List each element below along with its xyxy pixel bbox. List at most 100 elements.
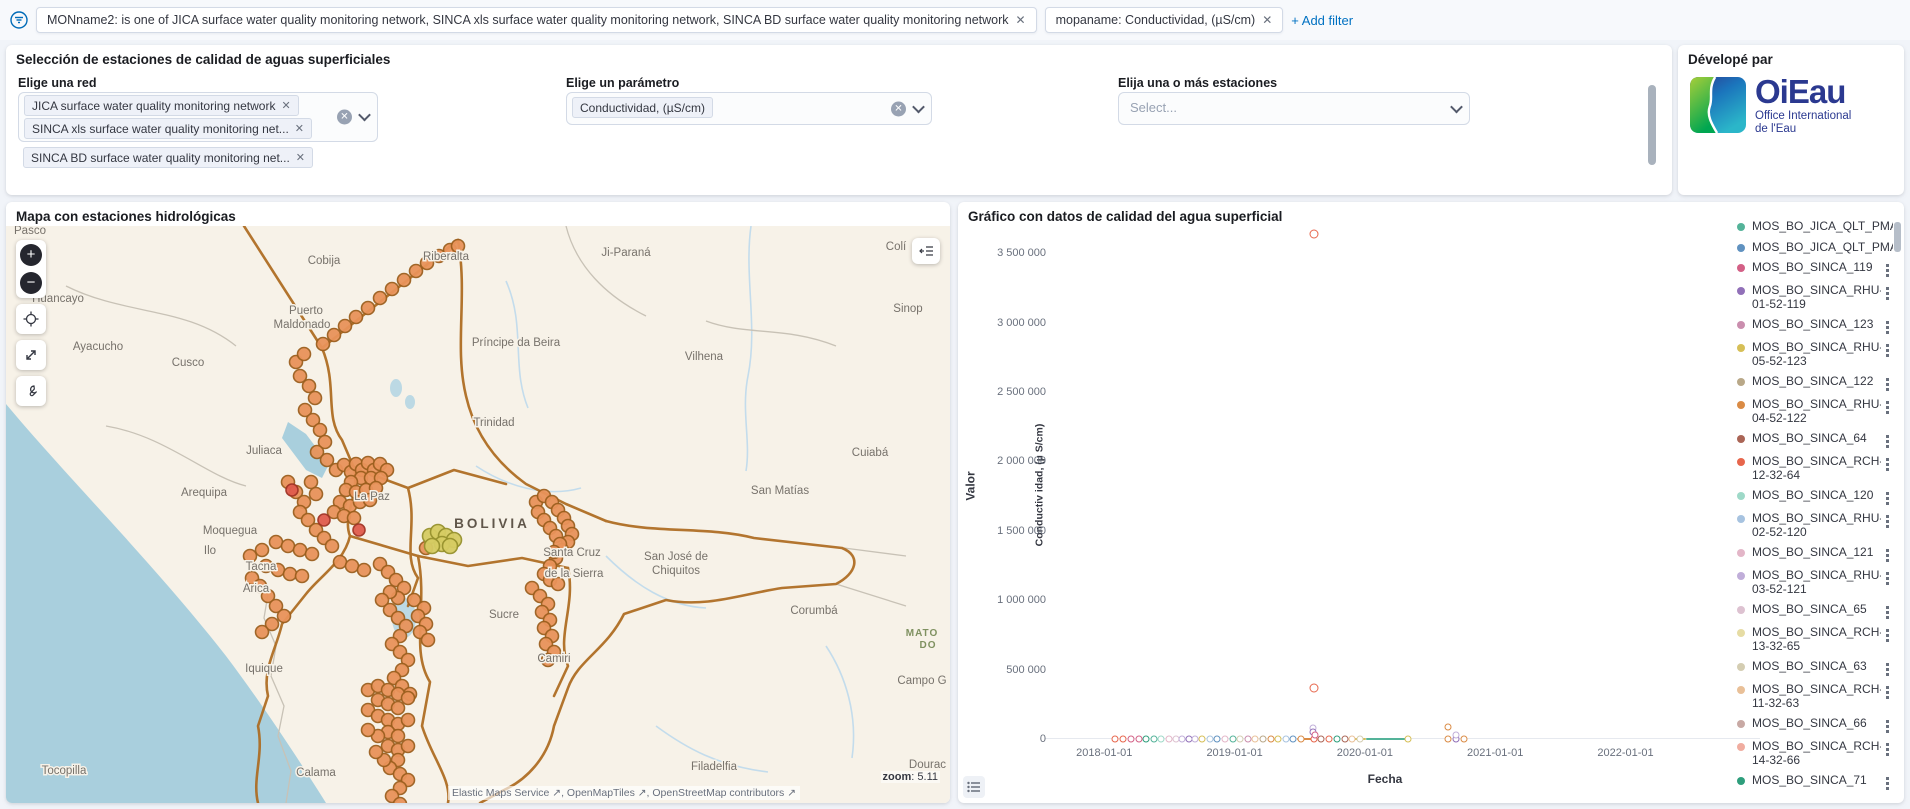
legend-menu-icon[interactable] [1881, 489, 1893, 505]
chart-point[interactable] [1444, 724, 1451, 731]
station-marker[interactable] [402, 740, 415, 753]
clear-selection-icon[interactable]: ✕ [337, 110, 352, 125]
chart-point[interactable] [1349, 736, 1356, 743]
legend-label[interactable]: MOS_BO_JICA_QLT_PMASUP_ [1752, 241, 1893, 255]
legend-label[interactable]: MOS_BO_SINCA_63 [1752, 660, 1881, 674]
expand-map-button[interactable] [16, 340, 46, 370]
station-marker[interactable] [362, 302, 375, 315]
chart-point[interactable] [1128, 736, 1135, 743]
legend-item[interactable]: MOS_BO_SINCA_63 [1735, 660, 1893, 676]
remove-tag-icon[interactable]: ✕ [295, 122, 304, 135]
legend-item[interactable]: MOS_BO_SINCA_RCH-14-32-66 [1735, 740, 1893, 767]
station-marker[interactable] [298, 348, 311, 361]
chart-point[interactable] [1309, 683, 1318, 692]
legend-menu-icon[interactable] [1881, 261, 1893, 277]
filter-icon[interactable] [10, 11, 28, 29]
legend-menu-icon[interactable] [1881, 512, 1893, 528]
legend-label[interactable]: MOS_BO_SINCA_65 [1752, 603, 1881, 617]
station-marker[interactable] [402, 714, 415, 727]
legend-item[interactable]: MOS_BO_SINCA_RCH-19-32-71 [1735, 797, 1893, 798]
chart-point[interactable] [1244, 736, 1251, 743]
legend-item[interactable]: MOS_BO_SINCA_122 [1735, 375, 1893, 391]
stations-select[interactable]: Select... [1118, 92, 1470, 125]
legend-item[interactable]: MOS_BO_SINCA_120 [1735, 489, 1893, 505]
legend-item[interactable]: MOS_BO_SINCA_RCH-11-32-63 [1735, 683, 1893, 710]
chart-point[interactable] [1318, 736, 1325, 743]
locate-button[interactable] [16, 304, 46, 334]
station-marker[interactable] [314, 424, 327, 437]
chart-point[interactable] [1267, 736, 1274, 743]
legend-label[interactable]: MOS_BO_SINCA_RHU-02-52-120 [1752, 512, 1881, 539]
legend-menu-icon[interactable] [1881, 797, 1893, 798]
chart-point[interactable] [1252, 736, 1259, 743]
chart-point[interactable] [1135, 736, 1142, 743]
legend-label[interactable]: MOS_BO_SINCA_121 [1752, 546, 1881, 560]
station-marker[interactable] [410, 265, 423, 278]
chart-point[interactable] [1452, 732, 1459, 739]
chart-point[interactable] [1309, 229, 1318, 238]
chart-point[interactable] [1143, 736, 1150, 743]
station-marker[interactable] [256, 626, 269, 639]
legend-label[interactable]: MOS_BO_SINCA_64 [1752, 432, 1881, 446]
legend-menu-icon[interactable] [1881, 660, 1893, 676]
remove-tag-icon[interactable]: ✕ [296, 151, 305, 164]
station-marker[interactable] [443, 539, 458, 554]
legend-item[interactable]: MOS_BO_JICA_QLT_PMASUP_ [1735, 241, 1893, 255]
legend-menu-icon[interactable] [1881, 603, 1893, 619]
legend-label[interactable]: MOS_BO_SINCA_RHU-03-52-121 [1752, 569, 1881, 596]
map-attribution[interactable]: Elastic Maps Service ↗, OpenMapTiles ↗, … [448, 786, 800, 800]
station-marker[interactable] [303, 380, 316, 393]
chart-point[interactable] [1150, 736, 1157, 743]
legend-item[interactable]: MOS_BO_SINCA_RHU-02-52-120 [1735, 512, 1893, 539]
legend-label[interactable]: MOS_BO_SINCA_RCH-11-32-63 [1752, 683, 1881, 710]
chart-point[interactable] [1214, 736, 1221, 743]
legend-scrollbar[interactable] [1894, 222, 1901, 252]
filter-pill-monname2[interactable]: MONname2: is one of JICA surface water q… [36, 7, 1037, 33]
station-marker[interactable] [374, 292, 387, 305]
legend-item[interactable]: MOS_BO_SINCA_64 [1735, 432, 1893, 448]
station-marker[interactable] [386, 283, 399, 296]
chart-point[interactable] [1191, 736, 1198, 743]
legend-label[interactable]: MOS_BO_SINCA_RCH-14-32-66 [1752, 740, 1881, 767]
station-marker[interactable] [392, 730, 405, 743]
map-canvas[interactable]: PascoHuancayoAyacuchoCuscoPuertoMaldonad… [6, 226, 950, 803]
legend-item[interactable]: MOS_BO_SINCA_RCH-13-32-65 [1735, 626, 1893, 653]
legend-label[interactable]: MOS_BO_SINCA_66 [1752, 717, 1881, 731]
station-marker[interactable] [350, 311, 363, 324]
legend-label[interactable]: MOS_BO_SINCA_RCH-13-32-65 [1752, 626, 1881, 653]
legend-item[interactable]: MOS_BO_SINCA_66 [1735, 717, 1893, 733]
legend-menu-icon[interactable] [1881, 683, 1893, 699]
station-marker[interactable] [294, 544, 307, 557]
station-marker[interactable] [348, 512, 361, 525]
legend-label[interactable]: MOS_BO_SINCA_123 [1752, 318, 1881, 332]
station-marker[interactable] [398, 274, 411, 287]
panel-scrollbar[interactable] [1648, 85, 1656, 165]
station-marker[interactable] [306, 548, 319, 561]
chart-point[interactable] [1275, 736, 1282, 743]
legend-menu-icon[interactable] [1881, 398, 1893, 414]
legend-label[interactable]: MOS_BO_SINCA_119 [1752, 261, 1881, 275]
map-legend-collapse-button[interactable] [912, 238, 940, 264]
legend-item[interactable]: MOS_BO_SINCA_65 [1735, 603, 1893, 619]
legend-menu-icon[interactable] [1881, 375, 1893, 391]
legend-item[interactable]: MOS_BO_JICA_QLT_PMASUP_ [1735, 220, 1893, 234]
legend-label[interactable]: MOS_BO_SINCA_71 [1752, 774, 1881, 788]
remove-filter-icon[interactable]: ✕ [1016, 13, 1026, 27]
chart-point[interactable] [1260, 736, 1267, 743]
network-tag-sinca-xls[interactable]: SINCA xls surface water quality monitori… [24, 118, 312, 139]
station-marker[interactable] [284, 568, 297, 581]
chart-point[interactable] [1341, 736, 1348, 743]
network-tag-sinca-bd[interactable]: SINCA BD surface water quality monitorin… [23, 147, 313, 168]
chart-plot-area[interactable] [1055, 224, 1730, 739]
chart-point[interactable] [1165, 736, 1172, 743]
add-filter-link[interactable]: + Add filter [1291, 13, 1353, 28]
legend-item[interactable]: MOS_BO_SINCA_71 [1735, 774, 1893, 790]
station-marker[interactable] [310, 488, 323, 501]
station-marker[interactable] [402, 692, 415, 705]
legend-menu-icon[interactable] [1881, 740, 1893, 756]
chart-point[interactable] [1206, 736, 1213, 743]
legend-label[interactable]: MOS_BO_SINCA_122 [1752, 375, 1881, 389]
chevron-down-icon[interactable] [358, 109, 371, 122]
legend-item[interactable]: MOS_BO_SINCA_RHU-05-52-123 [1735, 341, 1893, 368]
legend-item[interactable]: MOS_BO_SINCA_RCH-12-32-64 [1735, 455, 1893, 482]
